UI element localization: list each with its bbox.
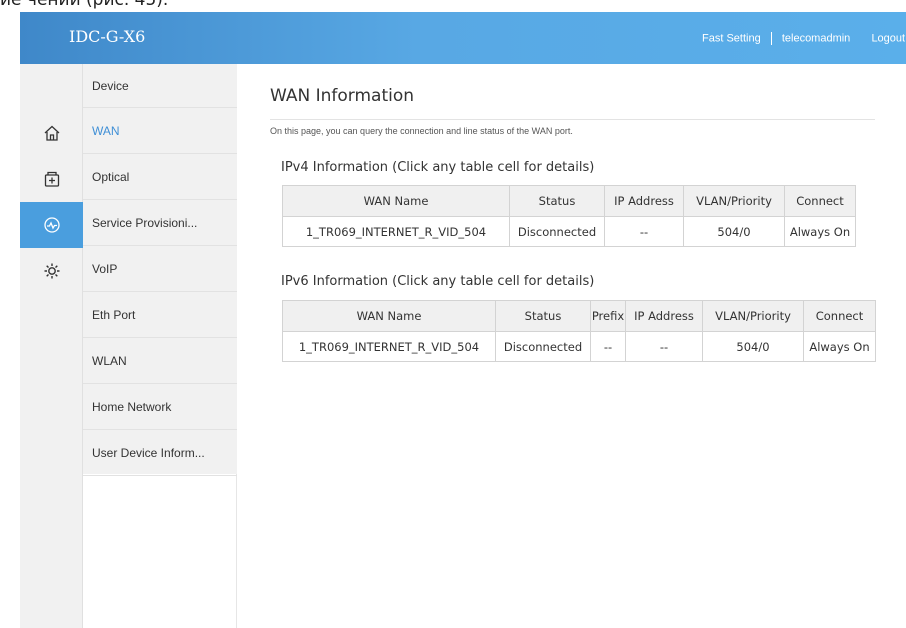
ipv4-cell-ip-address[interactable]: -- <box>604 216 684 247</box>
ipv6-col-ip-address[interactable]: IP Address <box>625 300 703 332</box>
ipv6-col-connect[interactable]: Connect <box>803 300 876 332</box>
table-row[interactable]: 1_TR069_INTERNET_R_VID_504 Disconnected … <box>282 331 876 362</box>
submenu-item-voip[interactable]: VoIP <box>83 246 237 292</box>
submenu-item-device[interactable]: Device <box>83 64 237 108</box>
submenu-item-wlan[interactable]: WLAN <box>83 338 237 384</box>
plus-box-icon <box>44 171 59 187</box>
ipv6-cell-ip-address[interactable]: -- <box>625 331 703 362</box>
home-icon <box>44 125 59 141</box>
page-description: On this page, you can query the connecti… <box>270 126 573 136</box>
background-document-text: ие чении (рис. 45). <box>0 0 169 10</box>
ipv4-col-wan-name[interactable]: WAN Name <box>282 185 510 217</box>
rail-item-status[interactable] <box>20 202 91 248</box>
ipv6-col-status[interactable]: Status <box>495 300 591 332</box>
table-row[interactable]: 1_TR069_INTERNET_R_VID_504 Disconnected … <box>282 216 856 247</box>
link-divider <box>770 32 772 45</box>
ipv6-col-vlan-priority[interactable]: VLAN/Priority <box>702 300 804 332</box>
ipv4-col-ip-address[interactable]: IP Address <box>604 185 684 217</box>
ipv6-cell-status[interactable]: Disconnected <box>495 331 591 362</box>
ipv6-table: WAN Name Status Prefix IP Address VLAN/P… <box>282 300 876 362</box>
ipv6-header-row: WAN Name Status Prefix IP Address VLAN/P… <box>282 300 876 332</box>
title-divider <box>270 119 875 120</box>
rail-item-plus[interactable] <box>20 156 83 202</box>
top-links: Fast Setting telecomadmin Logout <box>702 32 905 45</box>
icon-rail <box>20 64 91 628</box>
ipv4-cell-connect[interactable]: Always On <box>784 216 856 247</box>
submenu-item-service-provisioning[interactable]: Service Provisioni... <box>83 200 237 246</box>
ipv4-col-vlan-priority[interactable]: VLAN/Priority <box>683 185 785 217</box>
background-document-strip: ие чении (рис. 45). <box>0 0 906 12</box>
ipv4-section-title: IPv4 Information (Click any table cell f… <box>281 160 595 175</box>
ipv4-col-status[interactable]: Status <box>509 185 605 217</box>
ipv4-cell-wan-name[interactable]: 1_TR069_INTERNET_R_VID_504 <box>282 216 510 247</box>
submenu-item-optical[interactable]: Optical <box>83 154 237 200</box>
submenu-item-user-device-info[interactable]: User Device Inform... <box>83 430 237 476</box>
logout-link[interactable]: Logout <box>871 32 905 44</box>
top-header: IDC-G-X6 Fast Setting telecomadmin Logou… <box>20 12 906 64</box>
username-link[interactable]: telecomadmin <box>782 32 850 44</box>
ipv6-cell-prefix[interactable]: -- <box>590 331 626 362</box>
ipv6-cell-connect[interactable]: Always On <box>803 331 876 362</box>
ipv6-col-prefix[interactable]: Prefix <box>590 300 626 332</box>
ipv4-cell-vlan-priority[interactable]: 504/0 <box>683 216 785 247</box>
ipv6-col-wan-name[interactable]: WAN Name <box>282 300 496 332</box>
rail-item-settings[interactable] <box>20 248 83 294</box>
submenu-item-wan[interactable]: WAN <box>83 108 237 154</box>
ipv4-table: WAN Name Status IP Address VLAN/Priority… <box>282 185 856 247</box>
rail-item-home[interactable] <box>20 110 83 156</box>
ipv6-cell-vlan-priority[interactable]: 504/0 <box>702 331 804 362</box>
ipv6-section-title: IPv6 Information (Click any table cell f… <box>281 274 595 289</box>
submenu-item-home-network[interactable]: Home Network <box>83 384 237 430</box>
submenu-item-eth-port[interactable]: Eth Port <box>83 292 237 338</box>
ipv4-col-connect[interactable]: Connect <box>784 185 856 217</box>
page-title: WAN Information <box>270 86 415 106</box>
ipv4-cell-status[interactable]: Disconnected <box>509 216 605 247</box>
pulse-circle-icon <box>43 217 60 233</box>
submenu-list: Device WAN Optical Service Provisioni...… <box>83 64 237 476</box>
submenu-panel: Device WAN Optical Service Provisioni...… <box>83 64 237 628</box>
gear-icon <box>44 263 59 279</box>
ipv6-cell-wan-name[interactable]: 1_TR069_INTERNET_R_VID_504 <box>282 331 496 362</box>
product-logo: IDC-G-X6 <box>69 27 146 46</box>
main-content: WAN Information On this page, you can qu… <box>237 64 906 628</box>
ipv4-header-row: WAN Name Status IP Address VLAN/Priority… <box>282 185 856 217</box>
fast-setting-link[interactable]: Fast Setting <box>702 32 761 44</box>
